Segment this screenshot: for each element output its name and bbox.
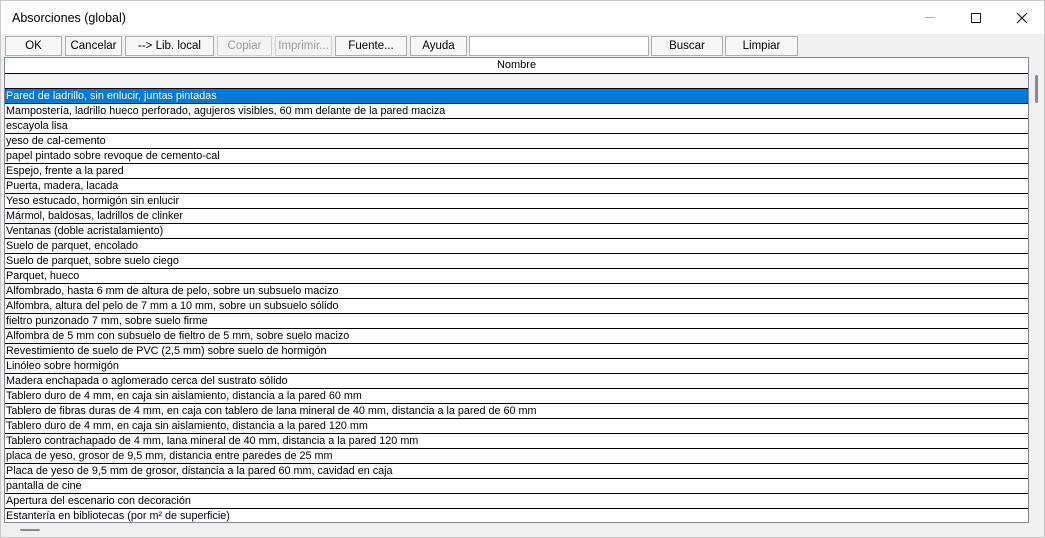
table-row[interactable]: escayola lisa	[5, 119, 1028, 134]
table-row[interactable]: Parquet, hueco	[5, 269, 1028, 284]
table-row[interactable]: placa de yeso, grosor de 9,5 mm, distanc…	[5, 449, 1028, 464]
column-header-nombre[interactable]: Nombre	[5, 58, 1028, 74]
table-row[interactable]: Tablero duro de 4 mm, en caja sin aislam…	[5, 419, 1028, 434]
help-button[interactable]: Ayuda	[410, 36, 467, 56]
table-row[interactable]: fieltro punzonado 7 mm, sobre suelo firm…	[5, 314, 1028, 329]
table-row[interactable]: Suelo de parquet, encolado	[5, 239, 1028, 254]
clear-button[interactable]: Limpiar	[725, 36, 798, 56]
table-row[interactable]: Ventanas (doble acristalamiento)	[5, 224, 1028, 239]
table-row[interactable]: Tablero de fibras duras de 4 mm, en caja…	[5, 404, 1028, 419]
vertical-scrollbar[interactable]	[1030, 57, 1044, 523]
table-row[interactable]: Yeso estucado, hormigón sin enlucir	[5, 194, 1028, 209]
toolbar: OK Cancelar --> Lib. local Copiar Imprim…	[1, 34, 1044, 57]
table-row[interactable]: Alfombra, altura del pelo de 7 mm a 10 m…	[5, 299, 1028, 314]
table-row[interactable]: Alfombra de 5 mm con subsuelo de fieltro…	[5, 329, 1028, 344]
title-bar: Absorciones (global)	[1, 1, 1044, 34]
search-input[interactable]	[469, 36, 649, 56]
search-button[interactable]: Buscar	[651, 36, 723, 56]
table-row[interactable]: Mármol, baldosas, ladrillos de clinker	[5, 209, 1028, 224]
table-row[interactable]: Mampostería, ladrillo hueco perforado, a…	[5, 104, 1028, 119]
minimize-button[interactable]	[907, 1, 953, 34]
table-row[interactable]: Pared de ladrillo, sin enlucir, juntas p…	[5, 89, 1028, 104]
table-row[interactable]: Alfombrado, hasta 6 mm de altura de pelo…	[5, 284, 1028, 299]
close-button[interactable]	[999, 1, 1045, 34]
table-row[interactable]: yeso de cal-cemento	[5, 134, 1028, 149]
table-row[interactable]: Puerta, madera, lacada	[5, 179, 1028, 194]
table-row[interactable]: Estantería en bibliotecas (por m² de sup…	[5, 509, 1028, 522]
minimize-icon	[925, 17, 935, 18]
print-button[interactable]: Imprimir...	[275, 36, 332, 56]
table-row[interactable]: Tablero duro de 4 mm, en caja sin aislam…	[5, 389, 1028, 404]
maximize-icon	[971, 12, 981, 23]
table-row[interactable]: Linóleo sobre hormigón	[5, 359, 1028, 374]
window-title: Absorciones (global)	[12, 11, 126, 25]
table-row[interactable]: papel pintado sobre revoque de cemento-c…	[5, 149, 1028, 164]
close-icon	[1016, 12, 1028, 23]
filter-row[interactable]	[5, 74, 1028, 89]
table-body: Pared de ladrillo, sin enlucir, juntas p…	[5, 89, 1028, 522]
source-button[interactable]: Fuente...	[335, 36, 407, 56]
vertical-scroll-thumb[interactable]	[1035, 75, 1038, 103]
table-row[interactable]: Tablero contrachapado de 4 mm, lana mine…	[5, 434, 1028, 449]
copy-to-local-library-button[interactable]: --> Lib. local	[125, 36, 214, 56]
ok-button[interactable]: OK	[5, 36, 62, 56]
table-row[interactable]: Suelo de parquet, sobre suelo ciego	[5, 254, 1028, 269]
table-row[interactable]: Madera enchapada o aglomerado cerca del …	[5, 374, 1028, 389]
cancel-button[interactable]: Cancelar	[65, 36, 122, 56]
horizontal-scroll-thumb[interactable]	[20, 529, 40, 531]
table-row[interactable]: Espejo, frente a la pared	[5, 164, 1028, 179]
horizontal-scrollbar[interactable]	[4, 523, 1029, 537]
maximize-button[interactable]	[953, 1, 999, 34]
table-row[interactable]: Apertura del escenario con decoración	[5, 494, 1028, 509]
table-row[interactable]: Revestimiento de suelo de PVC (2,5 mm) s…	[5, 344, 1028, 359]
dialog-window: Absorciones (global) OK Cancelar --> Lib…	[0, 0, 1045, 538]
table-row[interactable]: Placa de yeso de 9,5 mm de grosor, dista…	[5, 464, 1028, 479]
table-row[interactable]: pantalla de cine	[5, 479, 1028, 494]
copy-button[interactable]: Copiar	[217, 36, 272, 56]
materials-table: Nombre Pared de ladrillo, sin enlucir, j…	[4, 57, 1029, 523]
